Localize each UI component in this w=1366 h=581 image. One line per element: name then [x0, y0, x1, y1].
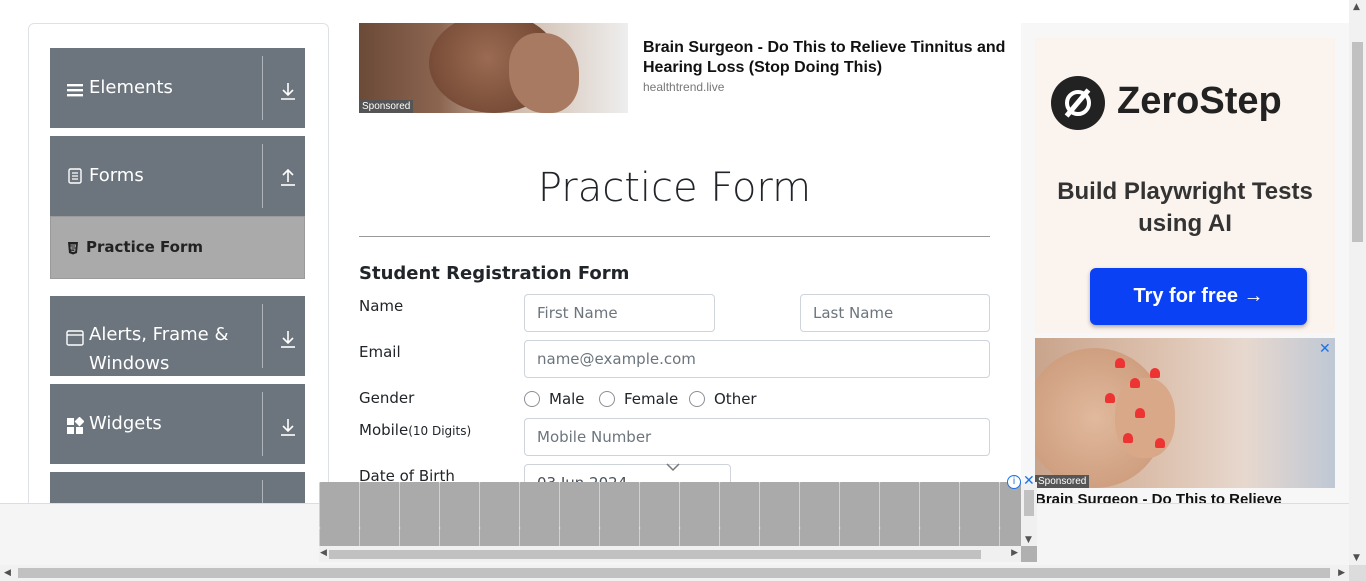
mobile-label-text: Mobile	[359, 421, 409, 439]
scrollbar-corner	[1349, 565, 1366, 581]
name-label: Name	[359, 297, 404, 315]
zerostep-logo-icon	[1051, 76, 1105, 130]
email-label: Email	[359, 343, 401, 361]
sidebar-group-alerts[interactable]: Alerts, Frame & Windows	[50, 296, 305, 376]
scrollbar-thumb[interactable]	[18, 568, 1330, 578]
sidebar: Elements Forms Practice Form Alerts, Fra…	[28, 23, 329, 543]
gender-label: Gender	[359, 389, 415, 407]
window-icon	[66, 330, 84, 346]
gender-radio-female[interactable]: Female	[599, 389, 678, 409]
radio-label[interactable]: Female	[624, 390, 678, 408]
mobile-hint: (10 Digits)	[408, 424, 472, 438]
ad-image-2[interactable]: Sponsored	[1035, 338, 1335, 488]
ad-headline-2[interactable]: Brain Surgeon - Do This to Relieve	[1035, 491, 1335, 503]
ad-tagline: Build Playwright Tests using AI	[1057, 178, 1313, 237]
scroll-down-icon[interactable]: ▼	[1025, 535, 1032, 545]
divider	[359, 236, 990, 237]
page-horizontal-scrollbar[interactable]: ◀ ▶	[0, 565, 1349, 581]
ad-pattern	[319, 482, 1021, 546]
top-ad[interactable]: Sponsored Brain Surgeon - Do This to Rel…	[359, 23, 1019, 113]
sidebar-group-widgets[interactable]: Widgets	[50, 384, 305, 464]
sidebar-group-label: Forms	[89, 165, 144, 186]
try-for-free-button[interactable]: Try for free →	[1090, 268, 1307, 325]
scroll-left-icon[interactable]: ◀	[4, 568, 11, 578]
scrollbar-thumb[interactable]	[1024, 490, 1034, 516]
bottom-ad[interactable]: ▼ ◀ ▶	[319, 482, 1037, 562]
ad-vertical-scrollbar[interactable]: ▼	[1021, 482, 1037, 546]
sponsored-label: Sponsored	[359, 100, 414, 113]
gender-radio-male[interactable]: Male	[524, 389, 585, 409]
radio-label[interactable]: Other	[714, 390, 757, 408]
download-arrow-icon[interactable]	[279, 81, 297, 101]
ad-source: healthtrend.live	[643, 80, 725, 94]
sponsored-label: Sponsored	[1035, 475, 1090, 488]
page-title: Practice Form	[537, 165, 812, 211]
sidebar-group-forms[interactable]: Forms	[50, 136, 305, 216]
scrollbar-thumb[interactable]	[329, 550, 981, 559]
upload-arrow-icon[interactable]	[279, 167, 297, 187]
last-name-input[interactable]	[800, 294, 990, 332]
sidebar-item-label: Practice Form	[86, 238, 203, 256]
scrollbar-thumb[interactable]	[1352, 42, 1363, 242]
sidebar-group-label: Widgets	[89, 413, 162, 434]
first-name-input[interactable]	[524, 294, 715, 332]
document-icon	[68, 168, 82, 184]
right-ad[interactable]: ZeroStep Build Playwright Tests using AI…	[1021, 23, 1349, 503]
mobile-label: Mobile(10 Digits)	[359, 421, 471, 439]
radio-circle[interactable]	[524, 391, 540, 407]
scroll-up-icon[interactable]: ▲	[1353, 2, 1360, 12]
sidebar-group-label: Alerts, Frame & Windows	[89, 324, 229, 374]
gender-radio-other[interactable]: Other	[689, 389, 757, 409]
scroll-right-icon[interactable]: ▶	[1338, 568, 1345, 578]
widgets-icon	[67, 417, 84, 434]
close-icon[interactable]: ✕	[1023, 473, 1035, 489]
download-arrow-icon[interactable]	[279, 329, 297, 349]
ad-brand: ZeroStep	[1117, 80, 1282, 122]
radio-circle[interactable]	[689, 391, 705, 407]
hamburger-icon	[67, 84, 83, 97]
ad-horizontal-scrollbar[interactable]: ◀ ▶	[319, 546, 1021, 562]
sidebar-item-practice-form[interactable]: Practice Form	[50, 216, 305, 279]
html-icon	[68, 242, 78, 255]
form-subtitle: Student Registration Form	[359, 263, 630, 284]
close-icon[interactable]: ✕	[1319, 341, 1331, 357]
chevron-down-icon	[666, 463, 680, 472]
scroll-left-icon[interactable]: ◀	[320, 548, 327, 558]
radio-label[interactable]: Male	[549, 390, 585, 408]
ad-info-icon[interactable]: i	[1007, 475, 1021, 489]
radio-circle[interactable]	[599, 391, 615, 407]
zerostep-ad[interactable]: ZeroStep Build Playwright Tests using AI…	[1035, 38, 1335, 333]
mobile-input[interactable]	[524, 418, 990, 456]
sidebar-group-label: Elements	[89, 77, 173, 98]
page: Elements Forms Practice Form Alerts, Fra…	[0, 0, 1366, 581]
scroll-right-icon[interactable]: ▶	[1011, 548, 1018, 558]
page-vertical-scrollbar[interactable]: ▲ ▼	[1349, 0, 1366, 565]
scroll-down-icon[interactable]: ▼	[1353, 553, 1360, 563]
download-arrow-icon[interactable]	[279, 417, 297, 437]
sidebar-group-elements[interactable]: Elements	[50, 48, 305, 128]
ad-image[interactable]: Sponsored	[359, 23, 628, 113]
ad-headline[interactable]: Brain Surgeon - Do This to Relieve Tinni…	[643, 38, 1043, 78]
email-input[interactable]	[524, 340, 990, 378]
